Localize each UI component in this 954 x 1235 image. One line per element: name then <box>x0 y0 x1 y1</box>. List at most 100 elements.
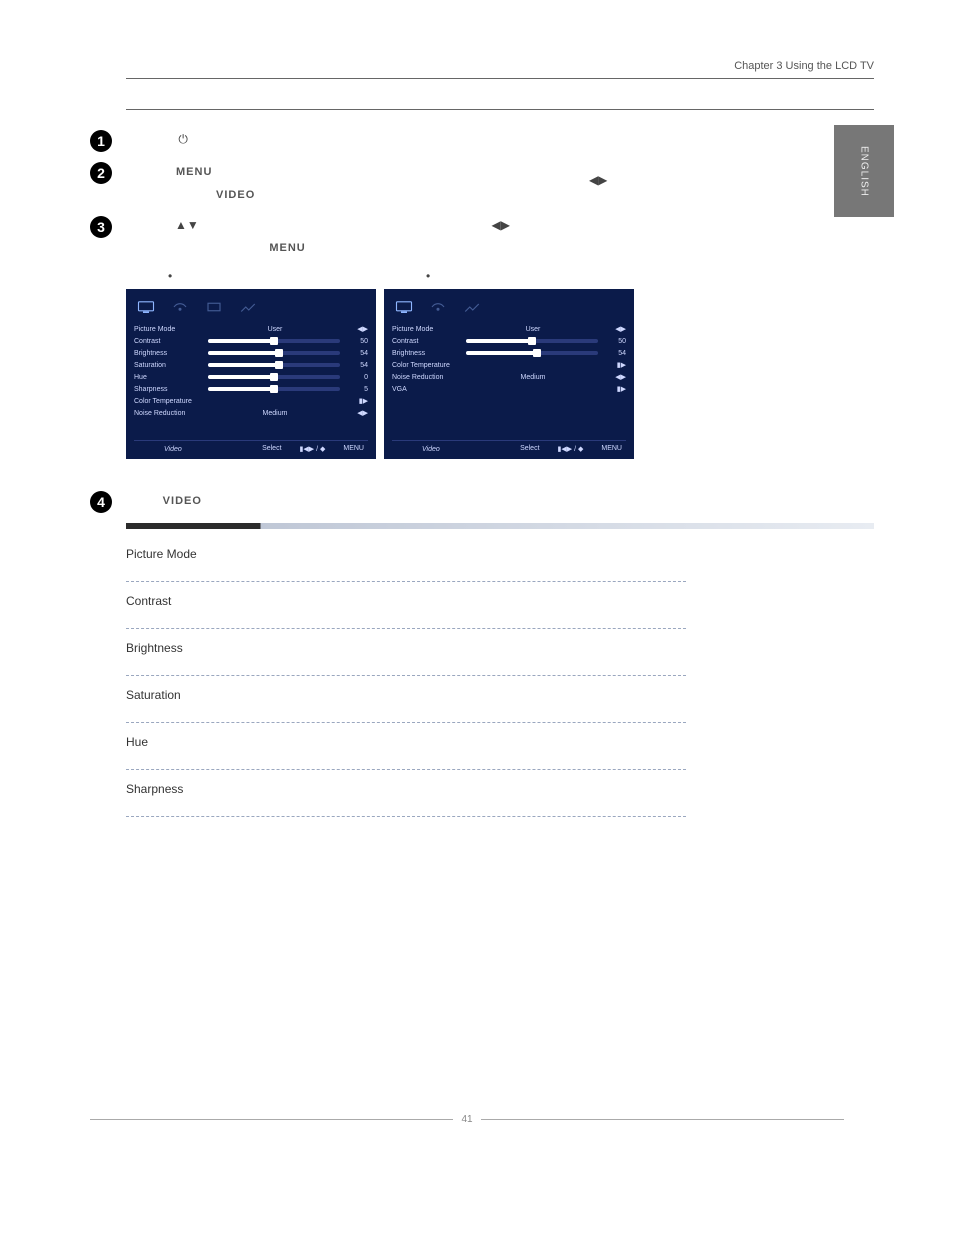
osd-item: Color Temperature▮▶ <box>392 359 626 371</box>
osd-item-label: Brightness <box>134 350 204 357</box>
chapter-header: Chapter 3 Using the LCD TV <box>126 60 874 79</box>
osd-slider <box>204 339 344 343</box>
osd-item: Color Temperature▮▶ <box>134 395 368 407</box>
spec-row: Sharpness <box>126 770 686 817</box>
setup-tab-icon <box>462 299 482 315</box>
osd-item-value: Medium <box>462 374 604 381</box>
gradient-bar <box>126 523 874 529</box>
osd-slider <box>204 375 344 379</box>
osd-item: Noise ReductionMedium◀▶ <box>134 407 368 419</box>
osd-nav-icon: ▮◀▶ / ◆ <box>558 445 584 453</box>
page-number: 41 <box>453 1114 480 1125</box>
step-number-3: 3 <box>90 216 112 238</box>
osd-item: Picture ModeUser◀▶ <box>134 323 368 335</box>
power-icon: ⏻ <box>175 132 191 146</box>
osd-item-value: 50 <box>344 338 368 345</box>
osd-item-label: Noise Reduction <box>134 410 204 417</box>
spec-key: Brightness <box>126 641 686 655</box>
audio-tab-icon <box>170 299 190 315</box>
step-1-text: ⏻ <box>132 128 191 150</box>
osd-item-indicator: ▮▶ <box>604 361 626 369</box>
osd-left-tabs <box>134 295 368 323</box>
osd-menu-label: MENU <box>343 445 364 453</box>
osd-right-footer: Video Select ▮◀▶ / ◆ MENU <box>392 440 626 459</box>
osd-item-label: Noise Reduction <box>392 374 462 381</box>
spec-row: Contrast <box>126 582 686 629</box>
osd-item-label: Hue <box>134 374 204 381</box>
osd-left-body: Picture ModeUser◀▶Contrast50Brightness54… <box>134 323 368 440</box>
spec-key: Picture Mode <box>126 547 686 561</box>
osd-item: Contrast 50 <box>392 335 626 347</box>
language-tab: ENGLISH <box>834 125 894 217</box>
osd-item-value: 0 <box>344 374 368 381</box>
setup-tab-icon <box>238 299 258 315</box>
osd-item: Brightness 54 <box>134 347 368 359</box>
step-3-text: ▲▼ ◀▶ MENU <box>132 214 513 259</box>
osd-item: Hue 0 <box>134 371 368 383</box>
osd-nav-icon: ▮◀▶ / ◆ <box>300 445 326 453</box>
spec-row: Brightness <box>126 629 686 676</box>
osd-item-label: Saturation <box>134 362 204 369</box>
osd-item-indicator: ▮▶ <box>604 385 626 393</box>
video-tab-icon <box>394 299 414 315</box>
osd-item-label: Picture Mode <box>134 326 204 333</box>
step-2-text: MENU VIDEO ◀▶ <box>132 160 610 206</box>
left-right-icon: ◀▶ <box>488 218 512 232</box>
up-down-icon: ▲▼ <box>172 218 202 232</box>
osd-item-label: VGA <box>392 386 462 393</box>
osd-slider <box>204 387 344 391</box>
bullet-right: • <box>426 269 430 283</box>
osd-item: Saturation 54 <box>134 359 368 371</box>
osd-left-footer: Video Select ▮◀▶ / ◆ MENU <box>134 440 368 459</box>
osd-left: Picture ModeUser◀▶Contrast50Brightness54… <box>126 289 376 459</box>
step-1: 1 ⏻ <box>90 128 874 152</box>
osd-item-indicator: ◀▶ <box>604 373 626 381</box>
step-number-1: 1 <box>90 130 112 152</box>
step-4-text: VIDEO <box>132 489 206 512</box>
osd-item-indicator: ▮▶ <box>346 397 368 405</box>
tv-tab-icon <box>204 299 224 315</box>
osd-item-label: Sharpness <box>134 386 204 393</box>
osd-item: VGA ▮▶ <box>392 383 626 395</box>
step-number-4: 4 <box>90 491 112 513</box>
menu-label: MENU <box>172 166 216 178</box>
osd-right-tabs <box>392 295 626 323</box>
video-label: VIDEO <box>212 189 259 201</box>
osd-item: Contrast 50 <box>134 335 368 347</box>
osd-slider <box>462 339 602 343</box>
footer-rule-right <box>481 1119 844 1120</box>
osd-item: Brightness54 <box>392 347 626 359</box>
footer-rule-left <box>90 1119 453 1120</box>
osd-right-title: Video <box>392 446 520 453</box>
osd-select-label: Select <box>262 445 281 453</box>
spec-table: Picture Mode Contrast Brightness Saturation… <box>126 535 686 817</box>
osd-item-indicator: ◀▶ <box>346 325 368 333</box>
section-rule <box>126 109 874 110</box>
step-2: 2 MENU VIDEO ◀▶ <box>90 160 874 206</box>
spec-row: Saturation <box>126 676 686 723</box>
osd-item-value: 54 <box>344 362 368 369</box>
osd-slider <box>204 351 344 355</box>
page-footer: 41 <box>90 1114 844 1125</box>
osd-item-label: Contrast <box>392 338 462 345</box>
osd-select-label: Select <box>520 445 539 453</box>
osd-item-label: Contrast <box>134 338 204 345</box>
bullet-left: • <box>168 269 172 283</box>
osd-left-title: Video <box>134 446 262 453</box>
osd-item: Picture ModeUser◀▶ <box>392 323 626 335</box>
steps-list: 1 ⏻ 2 MENU VIDEO ◀▶ <box>90 128 874 259</box>
osd-item-value: User <box>462 326 604 333</box>
osd-item-indicator: ◀▶ <box>604 325 626 333</box>
osd-item-indicator: ◀▶ <box>346 409 368 417</box>
step-number-2: 2 <box>90 162 112 184</box>
step-3: 3 ▲▼ ◀▶ MENU <box>90 214 874 259</box>
menu-label: MENU <box>265 242 309 254</box>
spec-row: Picture Mode <box>126 535 686 582</box>
osd-item-value: 54 <box>344 350 368 357</box>
osd-item-label: Picture Mode <box>392 326 462 333</box>
chapter-title: Chapter 3 Using the LCD TV <box>734 60 874 72</box>
osd-slider <box>462 351 602 355</box>
osd-item-value: User <box>204 326 346 333</box>
osd-item-value: 50 <box>602 338 626 345</box>
language-label: ENGLISH <box>859 146 870 197</box>
